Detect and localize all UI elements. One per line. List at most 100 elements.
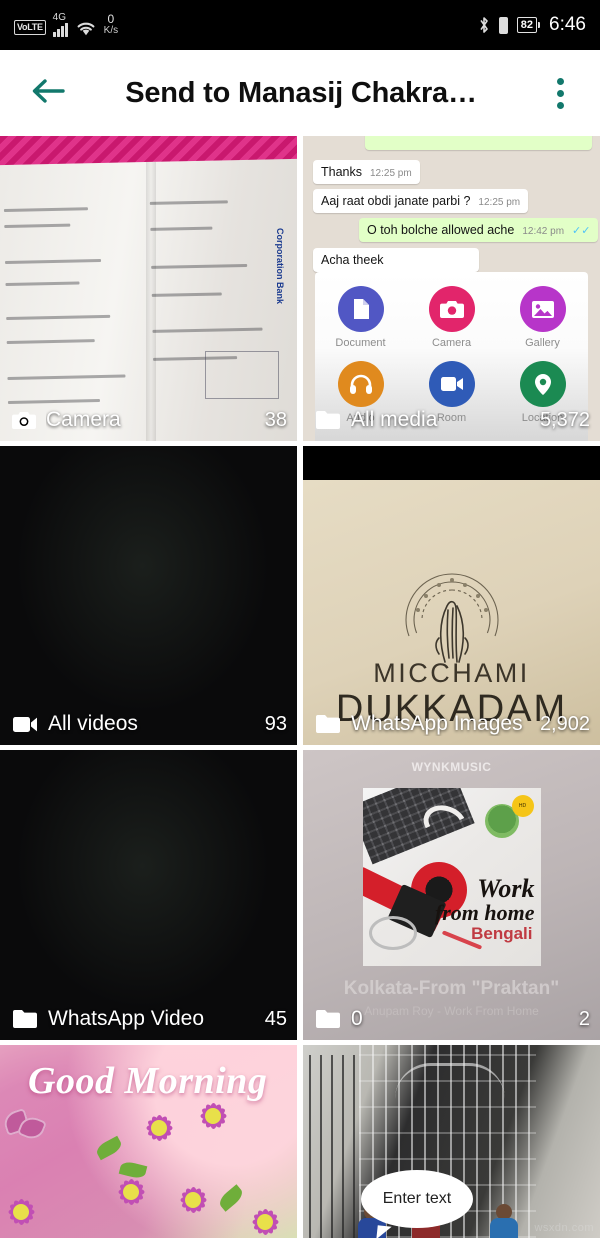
overflow-menu-icon [556, 101, 564, 109]
music-app-name: WYNKMUSIC [411, 760, 492, 774]
toolbar: Send to Manasij Chakra… [0, 50, 600, 136]
chat-message-text: Aaj raat obdi janate parbi ? [321, 194, 471, 208]
album-line-2: from home [434, 900, 535, 925]
folder-icon [315, 714, 341, 734]
battery-cap [538, 22, 541, 28]
folder-name: 0 [351, 1007, 363, 1030]
folder-thumbnail: Thanks 12:25 pm Aaj raat obdi janate par… [303, 136, 600, 441]
folder-icon [12, 1009, 38, 1029]
folder-label: Camera 38 [0, 399, 297, 441]
gate-arch [395, 1063, 505, 1099]
folder-count: 93 [264, 712, 287, 735]
folder-tile-whatsapp-video[interactable]: WhatsApp Video 45 [0, 750, 297, 1040]
good-morning-overlay-text: Good Morning [28, 1060, 268, 1102]
folder-icon [315, 410, 341, 430]
folder-thumbnail: Corporation Bank [0, 136, 297, 441]
chat-bubble [365, 136, 592, 150]
overflow-menu-icon [556, 77, 564, 85]
folder-grid: Corporation Bank Camera 38 Thanks 12:25 … [0, 136, 600, 1238]
camera-icon [12, 411, 36, 430]
flower-shape [166, 1173, 220, 1227]
folder-name: WhatsApp Video [48, 1007, 205, 1030]
chat-message-text: Thanks [321, 165, 362, 179]
folder-thumbnail: MICCHAMI DUKKADAM [303, 446, 600, 745]
attachment-label: Gallery [525, 337, 560, 349]
attachment-label: Camera [431, 337, 472, 349]
folder-thumbnail: WYNKMUSIC Work from home Bengali HD Kolk… [303, 750, 600, 1040]
folder-tile-0[interactable]: WYNKMUSIC Work from home Bengali HD Kolk… [303, 750, 600, 1040]
speech-bubble-overlay[interactable]: Enter text [361, 1170, 473, 1228]
chat-bubble: O toh bolche allowed ache 12:42 pm ✓✓ [359, 218, 599, 242]
passbook-signature-box [205, 351, 279, 399]
folder-thumbnail [0, 750, 297, 1040]
folder-tile-good-morning[interactable]: Good Morning [0, 1045, 297, 1238]
data-rate-unit: K/s [103, 25, 119, 37]
back-arrow-icon [29, 76, 67, 111]
chat-bubble: Acha theek [313, 248, 479, 272]
attachment-label: Document [335, 337, 386, 349]
folder-tile-all-media[interactable]: Thanks 12:25 pm Aaj raat obdi janate par… [303, 136, 600, 441]
folder-count: 2 [578, 1007, 590, 1030]
battery-indicator: 82 [516, 17, 541, 33]
flower-shape [132, 1101, 186, 1155]
folder-name: All media [351, 408, 438, 431]
chat-message-time: 12:42 pm [522, 226, 565, 237]
signal-strength-icon: 4G [52, 11, 68, 37]
clock-label: 6:46 [549, 14, 586, 35]
folder-thumbnail: Enter text wsxdn.com [303, 1045, 600, 1238]
folder-name: All videos [48, 712, 138, 735]
card-line-1: MICCHAMI [373, 658, 530, 688]
video-camera-icon [12, 716, 38, 733]
folder-label: All media 5,372 [303, 399, 600, 441]
mandala-praying-hands-icon [377, 558, 527, 668]
chat-message-time: 12:25 pm [478, 197, 521, 208]
bank-logo-text: Corporation Bank [275, 228, 285, 305]
butterfly-icon [1, 1107, 50, 1145]
folder-tile-gate-photo[interactable]: Enter text wsxdn.com [303, 1045, 600, 1238]
chat-message-time: 12:25 pm [370, 168, 412, 179]
folder-tile-camera[interactable]: Corporation Bank Camera 38 [0, 136, 297, 441]
folder-count: 5,372 [539, 408, 590, 431]
watermark-text: wsxdn.com [534, 1222, 594, 1234]
back-button[interactable] [22, 67, 74, 119]
flower-shape [0, 1185, 48, 1238]
data-rate-indicator: 0 K/s [104, 13, 118, 36]
album-line-3: Bengali [471, 924, 533, 943]
vibrate-icon [498, 16, 508, 34]
overflow-menu-button[interactable] [538, 67, 582, 119]
chat-message-text [373, 136, 376, 145]
network-type-label: 4G [52, 11, 67, 23]
camera-icon [428, 286, 475, 332]
chat-bubble: Aaj raat obdi janate parbi ? 12:25 pm [313, 189, 529, 213]
flower-shape [238, 1195, 292, 1238]
folder-count: 38 [264, 408, 287, 431]
chat-background: Thanks 12:25 pm Aaj raat obdi janate par… [303, 136, 600, 441]
read-receipt-icon: ✓✓ [572, 225, 591, 237]
folder-count: 2,902 [539, 712, 590, 735]
attachment-option-camera: Camera [406, 286, 497, 349]
volte-indicator: VoLTE [14, 19, 46, 35]
folder-label: WhatsApp Video 45 [0, 998, 297, 1040]
folder-thumbnail: Good Morning [0, 1045, 297, 1238]
gallery-icon [519, 286, 566, 332]
thumb-letterbox [303, 446, 600, 480]
album-art: Work from home Bengali HD [362, 788, 541, 966]
folder-tile-all-videos[interactable]: All videos 93 [0, 446, 297, 745]
chat-message-text: O toh bolche allowed ache [367, 223, 515, 237]
folder-name: Camera [46, 408, 121, 431]
attachment-option-document: Document [315, 286, 406, 349]
track-title: Kolkata-From "Praktan" [343, 978, 560, 999]
wifi-icon [75, 20, 97, 37]
folder-label: 0 2 [303, 998, 600, 1040]
status-bar-right: 82 6:46 [478, 14, 586, 36]
folder-icon [315, 1009, 341, 1029]
folder-name: WhatsApp Images [351, 712, 523, 735]
folder-count: 45 [264, 1007, 287, 1030]
chat-message-text: Acha theek [321, 253, 384, 267]
status-bar: VoLTE 4G 0 K/s 82 6:46 [0, 0, 600, 50]
status-bar-left: VoLTE 4G 0 K/s [14, 11, 118, 37]
folder-tile-whatsapp-images[interactable]: MICCHAMI DUKKADAM WhatsApp Images 2,902 [303, 446, 600, 745]
glasses-shape [368, 916, 417, 950]
flower-shape [104, 1165, 158, 1219]
bluetooth-icon [478, 16, 490, 34]
